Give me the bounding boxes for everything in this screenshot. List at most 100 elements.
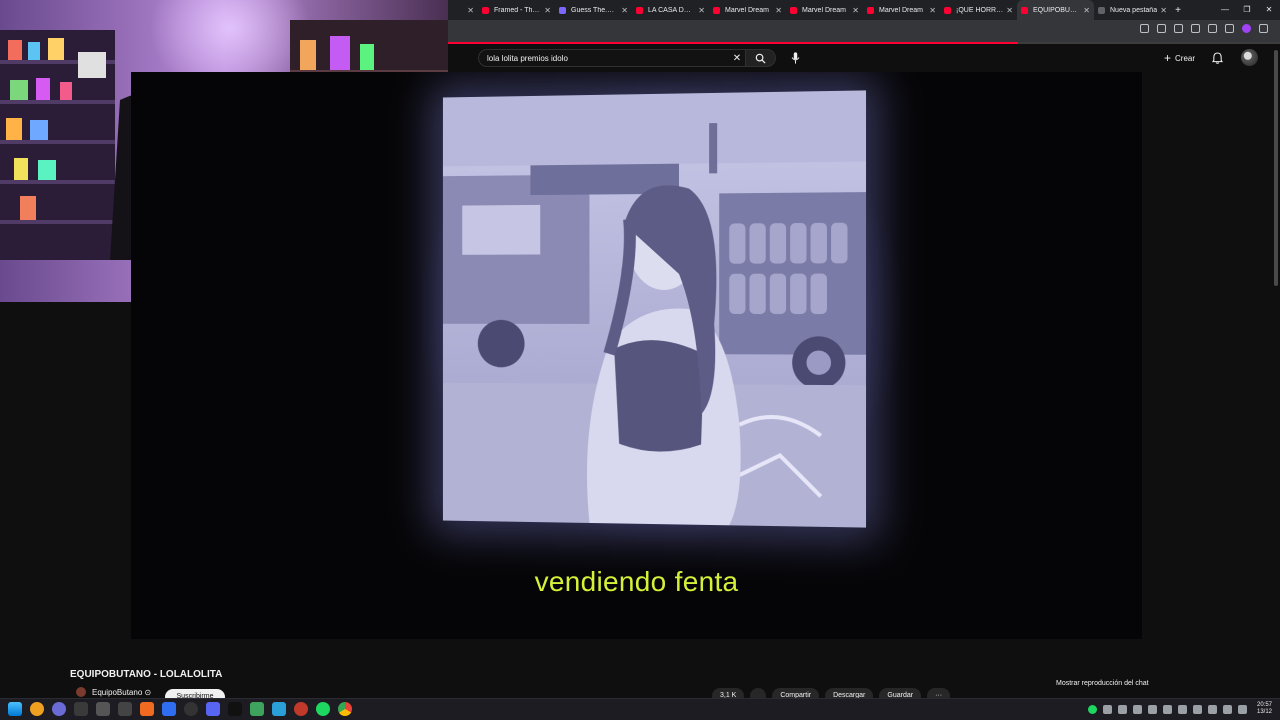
tab-favicon-icon [790, 6, 797, 14]
maximize-button[interactable]: ❐ [1236, 0, 1258, 20]
tray-icon-5[interactable] [1162, 704, 1172, 714]
spotify-icon[interactable] [316, 702, 330, 716]
notifications-button[interactable] [1211, 51, 1224, 69]
app-icon-grid[interactable] [250, 702, 264, 716]
minimize-button[interactable]: — [1214, 0, 1236, 20]
search-input[interactable] [487, 53, 729, 63]
tray-icon-1[interactable] [1102, 704, 1112, 714]
clock-date: 13/12 [1256, 709, 1272, 715]
install-icon[interactable] [1140, 24, 1149, 33]
scrollbar-thumb[interactable] [1274, 50, 1278, 286]
bell-icon [1211, 52, 1224, 64]
tab-favicon-icon [636, 6, 643, 14]
close-tab-icon[interactable]: ✕ [698, 6, 705, 15]
browser-tab[interactable]: ✕ [448, 0, 478, 20]
youtube-header: ✕ + Crear [448, 44, 1280, 72]
tray-icon-8[interactable] [1207, 704, 1217, 714]
channel-avatar[interactable] [76, 687, 86, 697]
app-icon-box[interactable] [118, 702, 132, 716]
window-controls: — ❐ ✕ [1214, 0, 1280, 20]
app-icon-c[interactable] [272, 702, 286, 716]
side-panel-icon[interactable] [1225, 24, 1234, 33]
discord-icon[interactable] [206, 702, 220, 716]
show-chat-replay-button[interactable]: Mostrar reproducción del chat [1056, 680, 1149, 687]
search-box: ✕ [478, 49, 746, 67]
tray-spotify-icon[interactable] [1087, 704, 1097, 714]
windows-taskbar: 20:57 13/12 [0, 698, 1280, 720]
browser-tab[interactable]: LA CASA DE LO ✕ [632, 0, 709, 20]
close-tab-icon[interactable]: ✕ [1083, 6, 1090, 15]
search-icon [755, 53, 766, 64]
app-icon-ak[interactable] [74, 702, 88, 716]
browser-toolbar [448, 20, 1280, 42]
tab-title: Marvel Dream [802, 6, 846, 14]
volume-icon[interactable] [1237, 704, 1247, 714]
tab-favicon-icon [1021, 6, 1028, 14]
browser-tab[interactable]: Marvel Dream ✕ [709, 0, 786, 20]
tray-icon-6[interactable] [1177, 704, 1187, 714]
profile-icon[interactable] [1242, 24, 1251, 33]
browser-tab[interactable]: ¡QUE HORROR ✕ [940, 0, 1017, 20]
browser-tab[interactable]: Marvel Dream ✕ [786, 0, 863, 20]
tab-favicon-icon [482, 6, 489, 14]
wifi-icon[interactable] [1222, 704, 1232, 714]
tab-favicon-icon [559, 6, 566, 14]
microphone-icon [791, 52, 799, 64]
menu-dots-icon[interactable] [1259, 24, 1268, 33]
download-icon[interactable] [1208, 24, 1217, 33]
close-tab-icon[interactable]: ✕ [775, 6, 782, 15]
close-tab-icon[interactable]: ✕ [1160, 6, 1167, 15]
search-button[interactable] [746, 49, 776, 67]
taskbar-clock[interactable]: 20:57 13/12 [1257, 702, 1272, 716]
screen: ✕ Framed - The d ✕ Guess The.Gam ✕ LA CASA DE… [0, 0, 1280, 720]
search-icon[interactable] [30, 702, 44, 716]
extension-icon[interactable] [1174, 24, 1183, 33]
clear-search-icon[interactable]: ✕ [729, 53, 745, 64]
channel-row: EquipoButano ⊙ [76, 687, 151, 697]
browser-tab[interactable]: Marvel Dream ✕ [863, 0, 940, 20]
tray-icon-2[interactable] [1117, 704, 1127, 714]
plus-icon: + [1164, 51, 1172, 65]
chrome-icon[interactable] [338, 702, 352, 716]
create-button[interactable]: + Crear [1164, 50, 1195, 66]
tab-title: ¡QUE HORROR [956, 6, 1004, 14]
close-tab-icon[interactable]: ✕ [929, 6, 936, 15]
voice-search-button[interactable] [786, 49, 804, 67]
app-icon-play[interactable] [162, 702, 176, 716]
tiktok-icon[interactable] [228, 702, 242, 716]
browser-tab[interactable]: Nueva pestaña ✕ [1094, 0, 1171, 20]
app-icon-orange[interactable] [140, 702, 154, 716]
tab-title: Marvel Dream [879, 6, 923, 14]
windows-start-icon[interactable] [8, 702, 22, 716]
tray-icon-3[interactable] [1132, 704, 1142, 714]
account-avatar[interactable] [1241, 49, 1258, 66]
tab-favicon-icon [944, 6, 951, 14]
close-tab-icon[interactable]: ✕ [621, 6, 628, 15]
new-tab-button[interactable]: + [1171, 5, 1185, 16]
puzzle-icon[interactable] [1191, 24, 1200, 33]
app-icon-record[interactable] [184, 702, 198, 716]
tray-icon-4[interactable] [1147, 704, 1157, 714]
tab-favicon-icon [867, 6, 874, 14]
video-player[interactable]: vendiendo fenta [131, 72, 1142, 639]
browser-tab[interactable]: Guess The.Gam ✕ [555, 0, 632, 20]
tab-title: Framed - The d [494, 6, 542, 14]
tab-title: EQUIPOBUTAN [1033, 6, 1081, 14]
browser-tab[interactable]: EQUIPOBUTAN ✕ [1017, 0, 1094, 20]
video-frame-image [442, 90, 867, 528]
clock-time: 20:57 [1256, 702, 1272, 708]
close-tab-icon[interactable]: ✕ [467, 6, 474, 15]
close-window-button[interactable]: ✕ [1258, 0, 1280, 20]
browser-tab[interactable]: Framed - The d ✕ [478, 0, 555, 20]
app-icon-ring[interactable] [294, 702, 308, 716]
browser-tab-strip: ✕ Framed - The d ✕ Guess The.Gam ✕ LA CASA DE… [448, 0, 1280, 20]
close-tab-icon[interactable]: ✕ [544, 6, 551, 15]
close-tab-icon[interactable]: ✕ [852, 6, 859, 15]
app-icon-arrow[interactable] [96, 702, 110, 716]
tray-icon-7[interactable] [1192, 704, 1202, 714]
channel-name[interactable]: EquipoButano ⊙ [92, 688, 151, 697]
tab-title: Nueva pestaña [1110, 6, 1158, 14]
close-tab-icon[interactable]: ✕ [1006, 6, 1013, 15]
bookmark-star-icon[interactable] [1157, 24, 1166, 33]
app-icon-v[interactable] [52, 702, 66, 716]
